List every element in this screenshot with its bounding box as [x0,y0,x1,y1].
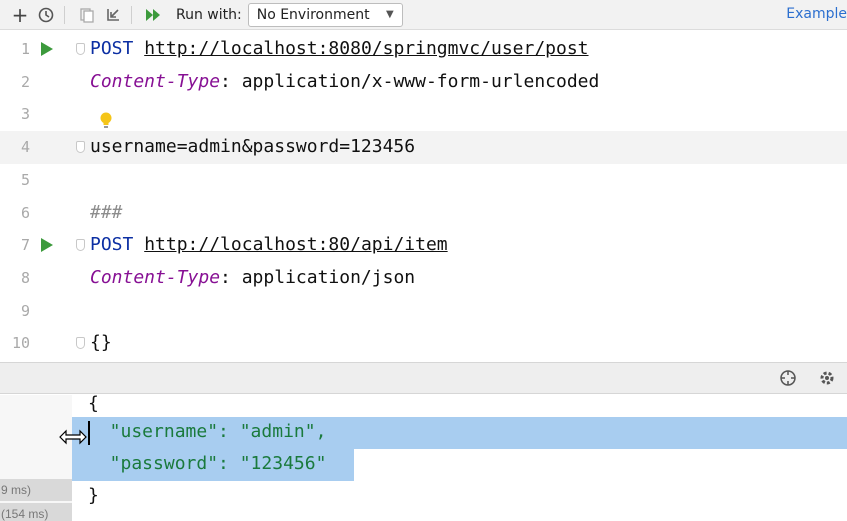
line-number: 6 [20,203,30,222]
response-body-viewer[interactable]: { "username": "admin", "password": "1234… [72,393,847,521]
line-number: 3 [20,105,30,124]
environment-select[interactable]: No Environment ▼ [247,2,403,27]
header-value: : application/json [220,266,416,288]
response-history-list: 9 ms) (154 ms) [0,395,72,521]
chevron-down-icon: ▼ [386,9,394,20]
line-number: 2 [20,72,30,91]
editor-line: 6 ### [0,197,847,230]
line-number: 9 [20,301,30,320]
line-number: 10 [11,334,30,353]
editor-line: 2 Content-Type: application/x-www-form-u… [0,66,847,99]
line-number: 7 [20,236,30,255]
line-number: 4 [20,138,30,157]
toolbar-divider [131,5,132,24]
line-number: 8 [20,268,30,287]
run-all-icon[interactable] [144,5,164,25]
request-separator: ### [90,201,123,223]
convert-request-icon[interactable] [77,5,97,25]
line-number: 1 [20,40,30,58]
editor-line: 7 POST http://localhost:80/api/item [0,229,847,262]
request-body: username=admin&password=123456 [90,136,416,158]
run-request-icon[interactable] [40,41,54,57]
request-url[interactable]: http://localhost:8080/springmvc/user/pos… [144,38,588,59]
header-value: : application/x-www-form-urlencoded [220,70,600,92]
request-url[interactable]: http://localhost:80/api/item [144,234,447,255]
history-item[interactable]: (154 ms) [0,503,72,521]
run-request-icon[interactable] [40,237,54,253]
response-line: } [88,485,99,506]
editor-line: 9 [0,295,847,328]
http-method: POST [90,234,134,256]
lightbulb-icon[interactable] [99,111,113,131]
fold-marker-icon[interactable] [76,141,85,154]
import-icon[interactable] [103,5,123,25]
run-with-label: Run with: [176,6,242,23]
fold-marker-icon[interactable] [76,239,85,252]
header-name: Content-Type [90,70,221,92]
response-line-selected: "username": "admin", [72,417,847,449]
http-request-editor[interactable]: 1 POST http://localhost:8080/springmvc/u… [0,31,847,361]
editor-line: 5 [0,164,847,197]
resize-cursor-icon [59,429,87,445]
header-name: Content-Type [90,266,221,288]
environment-value: No Environment [256,6,370,23]
editor-line: 8 Content-Type: application/json [0,262,847,295]
request-toolbar: + Run with: No Environment ▼ Example [0,0,847,30]
editor-line: 1 POST http://localhost:8080/springmvc/u… [0,33,847,66]
toolbar-divider [64,5,65,24]
request-body: {} [90,332,112,354]
history-icon[interactable] [36,5,56,25]
text-caret [88,421,90,445]
editor-line: 10 {} [0,327,847,360]
history-item[interactable]: 9 ms) [0,479,72,501]
fold-marker-icon[interactable] [76,337,85,350]
line-number: 5 [20,170,30,189]
examples-link[interactable]: Example [786,6,847,22]
add-request-icon[interactable]: + [10,5,30,25]
response-line-selected: "password": "123456" [72,449,354,481]
gear-icon[interactable] [818,369,836,387]
fold-marker-icon[interactable] [76,43,85,55]
crosshair-icon[interactable] [779,369,797,387]
editor-line-current: 4 username=admin&password=123456 [0,131,847,164]
http-method: POST [90,38,134,59]
editor-line: 3 [0,98,847,131]
